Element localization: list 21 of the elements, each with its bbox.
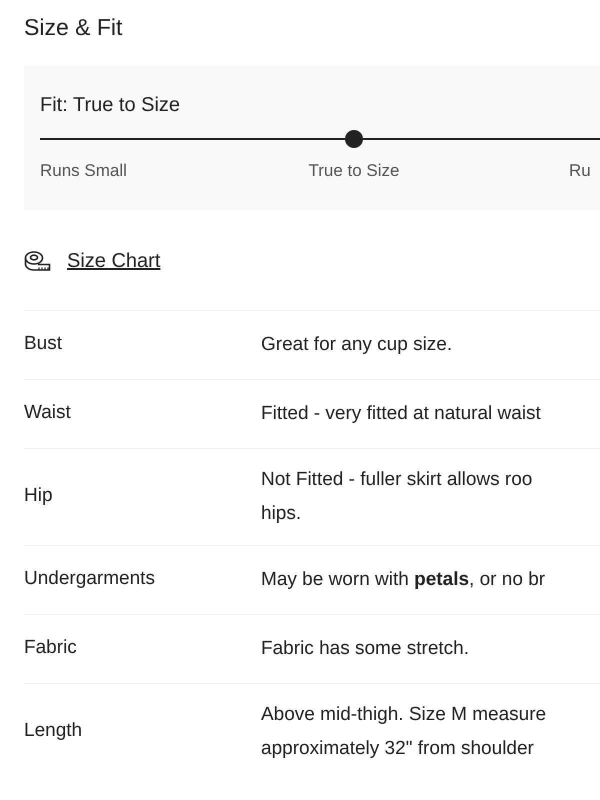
size-chart-link[interactable]: Size Chart bbox=[67, 246, 160, 276]
detail-text: May be worn with petals, or no br bbox=[261, 568, 546, 592]
detail-label: Waist bbox=[24, 401, 72, 426]
tape-measure-icon bbox=[24, 250, 51, 272]
detail-text: Fitted - very fitted at natural waist bbox=[261, 402, 541, 426]
detail-text: Fabric has some stretch. bbox=[261, 636, 470, 660]
scale-label: Runs Small bbox=[40, 160, 128, 182]
detail-text: Above mid-thigh. Size M measure bbox=[261, 702, 546, 726]
detail-text: hips. bbox=[261, 502, 302, 526]
detail-label: Undergarments bbox=[24, 567, 156, 592]
scale-label: True to Size bbox=[307, 160, 401, 182]
detail-label: Length bbox=[24, 719, 84, 744]
detail-label: Bust bbox=[24, 332, 64, 356]
detail-text: approximately 32" from shoulder bbox=[261, 736, 535, 760]
detail-text: Not Fitted - fuller skirt allows roo bbox=[261, 468, 532, 492]
detail-text: Great for any cup size. bbox=[261, 332, 452, 356]
detail-label: Hip bbox=[24, 484, 54, 508]
scale-label: Ru bbox=[569, 160, 592, 182]
section-title: Size & Fit bbox=[24, 13, 124, 42]
fit-label: Fit: True to Size bbox=[40, 93, 182, 118]
detail-label: Fabric bbox=[24, 636, 78, 660]
